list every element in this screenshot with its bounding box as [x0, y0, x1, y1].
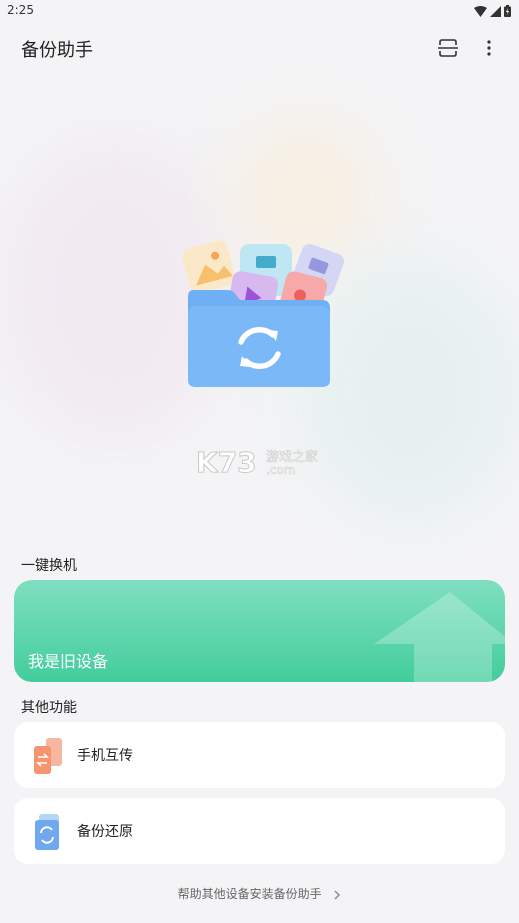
status-bar: 2:25	[0, 0, 519, 22]
more-vertical-icon	[487, 40, 491, 56]
backup-restore-card[interactable]: 备份还原	[14, 798, 505, 864]
phone-transfer-icon	[34, 738, 62, 774]
phone-transfer-label: 手机互传	[77, 748, 133, 764]
battery-icon	[504, 5, 511, 17]
backup-restore-label: 备份还原	[77, 824, 133, 840]
page-title: 备份助手	[21, 40, 93, 61]
signal-icon	[490, 5, 501, 17]
svg-text:K73: K73	[196, 446, 257, 478]
scan-button[interactable]	[434, 34, 462, 62]
backup-restore-icon	[35, 814, 59, 850]
status-time: 2:25	[7, 3, 34, 17]
upload-arrow-graphic	[374, 592, 505, 682]
more-options-button[interactable]	[475, 34, 503, 62]
help-install-label: 帮助其他设备安装备份助手	[177, 887, 322, 901]
help-install-link[interactable]: 帮助其他设备安装备份助手	[0, 885, 519, 902]
status-icons	[474, 4, 511, 18]
chevron-right-icon	[334, 890, 341, 899]
svg-text:.com: .com	[266, 463, 295, 477]
app-bar: 备份助手	[0, 28, 519, 68]
k73-watermark-logo: K73 游戏之家 .com	[196, 444, 326, 480]
one-click-section-title: 一键换机	[21, 558, 77, 574]
old-device-label: 我是旧设备	[28, 652, 109, 671]
wifi-icon	[474, 5, 487, 17]
backup-folder-illustration	[182, 240, 344, 387]
old-device-card[interactable]: 我是旧设备	[14, 580, 505, 682]
other-functions-section-title: 其他功能	[21, 700, 77, 716]
phone-transfer-card[interactable]: 手机互传	[14, 722, 505, 788]
scan-icon	[438, 39, 458, 57]
